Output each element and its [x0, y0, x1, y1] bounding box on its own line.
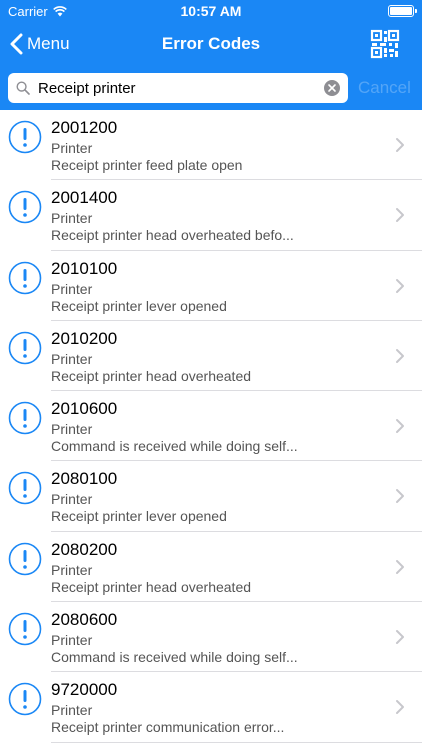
search-input[interactable] — [38, 73, 318, 103]
error-code: 2080200 — [51, 539, 118, 559]
error-code: 2001400 — [51, 188, 118, 208]
alert-icon — [8, 190, 42, 224]
error-category: Printer — [51, 561, 93, 578]
chevron-right-icon — [396, 630, 404, 645]
error-description: Receipt printer communication error... — [51, 719, 285, 736]
error-description: Receipt printer head overheated befo... — [51, 227, 294, 244]
alert-icon — [8, 401, 42, 435]
nav-bar: Menu Error Codes — [0, 22, 422, 66]
chevron-right-icon — [396, 559, 404, 574]
battery-icon — [388, 5, 417, 17]
chevron-right-icon — [396, 489, 404, 504]
status-bar: Carrier 10:57 AM — [0, 0, 422, 22]
qr-code-icon[interactable] — [370, 29, 400, 59]
alert-icon — [8, 612, 42, 646]
error-description: Command is received while doing self... — [51, 649, 298, 666]
alert-icon — [8, 683, 42, 716]
error-description: Receipt printer head overheated — [51, 367, 252, 384]
error-code: 2010200 — [51, 328, 118, 348]
error-description: Command is received while doing self... — [51, 438, 298, 455]
error-code: 2010600 — [51, 399, 118, 419]
list-item[interactable]: 2001400 Printer Receipt printer head overh… — [0, 180, 422, 251]
list-item[interactable]: 2010600 Printer Command is received while … — [0, 391, 422, 462]
chevron-right-icon — [396, 208, 404, 223]
header: Carrier 10:57 AM Menu Error Codes Receip… — [0, 0, 422, 110]
chevron-right-icon — [396, 419, 404, 434]
chevron-right-icon — [396, 700, 404, 715]
error-description: Receipt printer lever opened — [51, 508, 227, 525]
search-field[interactable] — [8, 73, 348, 103]
error-code: 2010100 — [51, 258, 118, 278]
error-description: Receipt printer feed plate open — [51, 157, 243, 173]
error-category: Printer — [51, 421, 93, 438]
cancel-button[interactable]: Cancel — [358, 78, 411, 98]
error-code: 9720000 — [51, 680, 118, 700]
clear-search-button[interactable] — [324, 80, 340, 96]
status-time: 10:57 AM — [180, 3, 242, 19]
error-category: Printer — [51, 140, 93, 156]
battery-level — [390, 7, 412, 15]
list-item[interactable]: 2080200 Printer Receipt printer head overh… — [0, 532, 422, 603]
error-category: Printer — [51, 491, 93, 508]
alert-icon — [8, 472, 42, 505]
chevron-right-icon — [396, 278, 404, 293]
page-title: Error Codes — [161, 34, 261, 53]
alert-icon — [8, 542, 42, 576]
close-icon — [328, 84, 336, 92]
error-code: 2080100 — [51, 469, 118, 489]
search-icon — [16, 81, 30, 95]
error-category: Printer — [51, 210, 93, 227]
list-item[interactable]: 2010100 Printer Receipt printer lever open… — [0, 251, 422, 322]
list-item[interactable]: 2080600 Printer Command is received while … — [0, 602, 422, 673]
error-category: Printer — [51, 280, 93, 297]
error-category: Printer — [51, 350, 93, 367]
search-bar: Cancel — [0, 66, 422, 110]
error-description: Receipt printer lever opened — [51, 297, 227, 314]
alert-icon — [8, 331, 42, 365]
list-item[interactable]: 2010200 Printer Receipt printer head overh… — [0, 321, 422, 392]
error-code-list: 2001200 Printer Receipt printer feed plate… — [0, 110, 422, 750]
chevron-right-icon — [396, 348, 404, 363]
alert-icon — [8, 120, 42, 154]
error-category: Printer — [51, 632, 93, 649]
error-code: 2001200 — [51, 118, 118, 137]
list-item[interactable]: 9720000 Printer Receipt printer communicat… — [0, 672, 422, 743]
error-category: Printer — [51, 702, 93, 719]
error-description: Receipt printer head overheated — [51, 578, 252, 595]
list-item[interactable]: 2001200 Printer Receipt printer feed plate… — [0, 110, 422, 181]
list-item[interactable]: 2080100 Printer Receipt printer lever open… — [0, 461, 422, 533]
alert-icon — [8, 261, 42, 294]
error-code: 2080600 — [51, 610, 118, 630]
chevron-right-icon — [396, 138, 404, 152]
